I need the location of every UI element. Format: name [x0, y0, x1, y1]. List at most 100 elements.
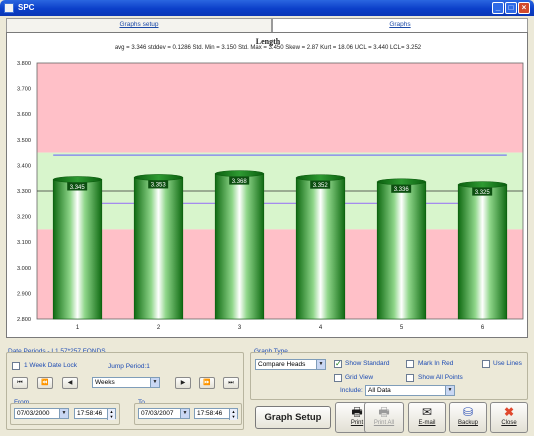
- fast-forward-icon: ⏩: [203, 380, 211, 386]
- backup-icon: ⛁: [462, 405, 474, 419]
- bar-cap-4: [295, 174, 346, 181]
- bar-3: [214, 173, 265, 320]
- to-date-picker[interactable]: 07/03/2007 ▼: [138, 408, 190, 419]
- chart-band-0: [37, 63, 523, 153]
- from-time-value: 17:58:46: [77, 410, 103, 417]
- backup-label: Backup: [457, 420, 478, 426]
- from-date-value: 07/03/2000: [17, 410, 50, 417]
- to-time-value: 17:58:46: [197, 410, 223, 417]
- show-standard-label: Show Standard: [345, 360, 390, 367]
- graph-type-value: Compare Heads: [258, 361, 306, 368]
- chevron-down-icon: ▼: [445, 386, 454, 395]
- from-date-picker[interactable]: 07/03/2000 ▼: [14, 408, 69, 419]
- bar-cap-2: [133, 174, 184, 181]
- data-label-5: 3.336: [394, 187, 410, 193]
- last-icon: ⏭: [228, 380, 234, 386]
- data-label-6: 3.325: [475, 190, 491, 196]
- graph-type-select[interactable]: Compare Heads ▼: [255, 359, 326, 370]
- email-label: E-mail: [418, 420, 436, 426]
- y-tick-label: 3.100: [17, 240, 31, 246]
- from-time-spinner[interactable]: 17:58:46 ▲ ▼: [74, 408, 116, 420]
- include-value: All Data: [368, 387, 391, 394]
- bar-2: [133, 177, 184, 320]
- y-tick-label: 2.900: [17, 291, 31, 297]
- chart-panel: Length avg = 3.346 stddev = 0.1286 Std. …: [6, 32, 528, 338]
- window-title: SPC: [18, 3, 35, 12]
- chevron-down-icon: ▼: [316, 360, 325, 369]
- tab-graphs[interactable]: Graphs: [272, 18, 528, 32]
- jump-period-label: Jump Period:1: [108, 363, 150, 370]
- tab-graphs-setup[interactable]: Graphs setup: [6, 18, 272, 32]
- x-tick-label: 5: [400, 325, 404, 331]
- chevron-down-icon: ▼: [59, 409, 68, 418]
- to-time-spinner[interactable]: 17:58:46 ▲ ▼: [194, 408, 238, 420]
- data-label-2: 3.353: [151, 183, 167, 189]
- y-tick-label: 3.300: [17, 189, 31, 195]
- close-label: Close: [501, 420, 517, 426]
- show-all-points-checkbox[interactable]: [406, 374, 414, 382]
- period-unit-select[interactable]: Weeks ▼: [92, 377, 160, 388]
- mark-in-red-label: Mark In Red: [418, 360, 454, 367]
- week-date-lock-checkbox[interactable]: [12, 362, 20, 370]
- use-lines-checkbox[interactable]: [482, 360, 490, 368]
- print-all-button[interactable]: 🖶 Print All: [364, 402, 404, 433]
- first-period-button[interactable]: ⏮: [12, 377, 28, 389]
- first-icon: ⏮: [17, 380, 23, 386]
- week-date-lock-label: 1 Week Date Lock: [24, 362, 77, 369]
- print-all-label: Print All: [373, 420, 395, 426]
- close-icon: ✖: [503, 405, 515, 419]
- mark-in-red-checkbox[interactable]: [406, 360, 414, 368]
- title-bar: SPC _ □ ×: [0, 0, 534, 16]
- prev-period-button[interactable]: ◀: [62, 377, 78, 389]
- chevron-down-icon: ▼: [180, 409, 189, 418]
- bar-4: [295, 177, 346, 320]
- data-label-3: 3.368: [232, 179, 248, 185]
- prev-fast-button[interactable]: ⏪: [37, 377, 53, 389]
- chevron-down-icon: ▼: [150, 378, 159, 387]
- email-icon: ✉: [421, 405, 433, 419]
- next-fast-button[interactable]: ⏩: [199, 377, 215, 389]
- include-label: Include:: [340, 387, 363, 394]
- printer-icon: 🖶: [378, 405, 390, 419]
- y-tick-label: 3.600: [17, 112, 31, 118]
- email-button[interactable]: ✉ E-mail: [408, 402, 446, 433]
- spin-arrows-icon: ▲ ▼: [107, 409, 115, 420]
- x-tick-label: 3: [238, 325, 242, 331]
- app-icon: [4, 3, 14, 13]
- next-icon: ▶: [180, 380, 186, 386]
- y-tick-label: 3.800: [17, 61, 31, 67]
- close-window-button[interactable]: ×: [518, 2, 530, 14]
- minimize-button[interactable]: _: [492, 2, 504, 14]
- x-axis: 1 2 3 4 5 6: [76, 325, 485, 331]
- grid-view-checkbox[interactable]: [334, 374, 342, 382]
- bar-cap-5: [376, 178, 427, 186]
- x-tick-label: 4: [319, 325, 323, 331]
- y-tick-label: 3.500: [17, 138, 31, 144]
- y-tick-label: 3.000: [17, 266, 31, 272]
- show-standard-checkbox[interactable]: [334, 359, 342, 368]
- next-period-button[interactable]: ▶: [175, 377, 191, 389]
- x-tick-label: 6: [481, 325, 485, 331]
- x-tick-label: 1: [76, 325, 80, 331]
- show-all-points-label: Show All Points: [418, 374, 463, 381]
- close-button[interactable]: ✖ Close: [490, 402, 528, 433]
- graph-setup-button[interactable]: Graph Setup: [255, 406, 331, 429]
- bar-6: [457, 184, 508, 320]
- x-tick-label: 2: [157, 325, 161, 331]
- backup-button[interactable]: ⛁ Backup: [449, 402, 487, 433]
- chart-band-2: [37, 229, 523, 319]
- y-tick-label: 3.400: [17, 163, 31, 169]
- rewind-icon: ⏪: [41, 380, 49, 386]
- bar-chart: 3.345 3.353 3.368 3.352 3.336 3.325 2.800 2.90…: [17, 61, 524, 331]
- bar-cap-1: [52, 176, 103, 183]
- maximize-button[interactable]: □: [505, 2, 517, 14]
- y-tick-label: 3.200: [17, 215, 31, 221]
- tab-strip: Graphs setup Graphs: [6, 18, 528, 32]
- grid-view-label: Grid View: [345, 374, 374, 381]
- last-period-button[interactable]: ⏭: [223, 377, 239, 389]
- period-unit-value: Weeks: [95, 379, 115, 386]
- y-tick-label: 2.800: [17, 317, 31, 323]
- y-tick-label: 3.700: [17, 87, 31, 93]
- include-select[interactable]: All Data ▼: [365, 385, 455, 396]
- spin-arrows-icon: ▲ ▼: [229, 409, 237, 420]
